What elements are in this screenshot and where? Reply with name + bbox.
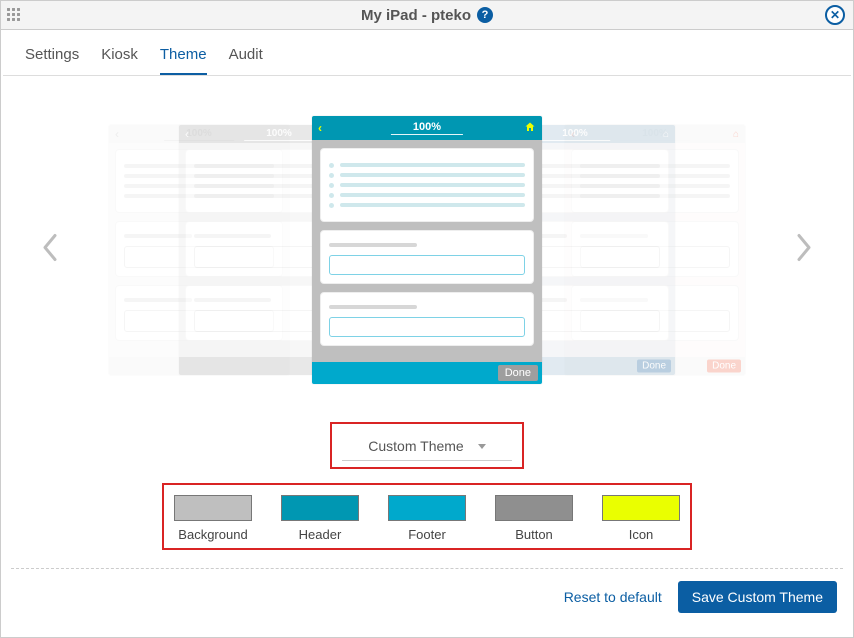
- preview-done-button: Done: [498, 365, 538, 381]
- swatch-header-label: Header: [299, 527, 342, 542]
- theme-select-value: Custom Theme: [368, 438, 463, 454]
- swatch-icon[interactable]: Icon: [602, 495, 680, 542]
- chevron-down-icon: [478, 444, 486, 449]
- swatch-background[interactable]: Background: [174, 495, 252, 542]
- tab-audit[interactable]: Audit: [229, 46, 263, 75]
- theme-select-dropdown[interactable]: Custom Theme: [342, 434, 512, 461]
- reset-to-default-link[interactable]: Reset to default: [564, 589, 662, 605]
- close-button[interactable]: ✕: [825, 5, 845, 25]
- preview-progress-label: 100%: [391, 121, 463, 135]
- swatch-footer[interactable]: Footer: [388, 495, 466, 542]
- color-swatches-highlight: Background Header Footer Button Icon: [162, 483, 692, 550]
- tab-theme[interactable]: Theme: [160, 46, 207, 75]
- window-title: My iPad - pteko: [361, 7, 471, 24]
- swatch-icon-label: Icon: [629, 527, 654, 542]
- swatch-background-chip: [174, 495, 252, 521]
- tab-settings[interactable]: Settings: [25, 46, 79, 75]
- swatch-header[interactable]: Header: [281, 495, 359, 542]
- swatch-button[interactable]: Button: [495, 495, 573, 542]
- swatch-background-label: Background: [178, 527, 247, 542]
- preview-back-icon: ‹: [318, 121, 322, 135]
- swatch-footer-chip: [388, 495, 466, 521]
- help-icon[interactable]: ?: [477, 7, 493, 23]
- tab-kiosk[interactable]: Kiosk: [101, 46, 138, 75]
- preview-home-icon: [524, 121, 536, 136]
- tab-bar: Settings Kiosk Theme Audit: [3, 30, 851, 76]
- close-icon: ✕: [830, 8, 840, 22]
- theme-preview-carousel: ‹100%⌂ ‹100%⌂ Done: [1, 90, 853, 410]
- swatch-icon-chip: [602, 495, 680, 521]
- save-custom-theme-button[interactable]: Save Custom Theme: [678, 581, 837, 613]
- theme-select-highlight: Custom Theme: [330, 422, 524, 469]
- swatch-button-chip: [495, 495, 573, 521]
- theme-preview-main: ‹ 100% Done: [312, 116, 542, 384]
- swatch-header-chip: [281, 495, 359, 521]
- drag-grip-icon[interactable]: [7, 8, 21, 22]
- swatch-button-label: Button: [515, 527, 553, 542]
- swatch-footer-label: Footer: [408, 527, 446, 542]
